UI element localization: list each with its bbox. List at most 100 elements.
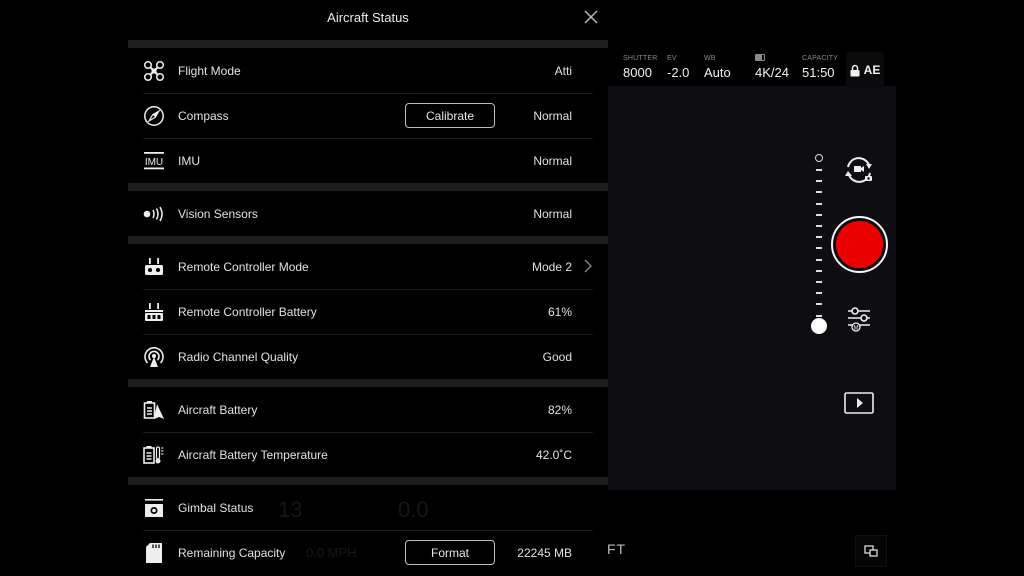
record-button[interactable] — [831, 216, 888, 273]
gimbal-pitch-slider[interactable] — [810, 152, 828, 336]
camera-video-switch-icon — [845, 157, 872, 183]
ae-label: AE — [863, 63, 881, 77]
status-row-compass: Compass Calibrate Normal — [128, 93, 608, 138]
remaining-capacity-value: 22245 MB — [517, 545, 572, 560]
altitude-unit: FT — [607, 541, 627, 557]
map-toggle-button[interactable] — [855, 535, 887, 567]
ghost-telemetry-1: 13 — [278, 497, 303, 522]
compass-value: Normal — [533, 108, 572, 123]
imu-value: Normal — [533, 153, 572, 168]
record-dot — [836, 221, 883, 268]
status-row-gimbal: Gimbal Status 13 0.0 — [128, 485, 608, 530]
section-divider — [128, 183, 608, 191]
radio-signal-icon — [144, 347, 164, 367]
wb-setting[interactable]: WB Auto — [704, 54, 731, 80]
playback-button[interactable] — [843, 391, 875, 415]
section-divider — [128, 379, 608, 387]
ev-setting[interactable]: EV -2.0 — [667, 54, 689, 80]
play-icon — [844, 392, 874, 414]
shutter-setting[interactable]: SHUTTER 8000 — [623, 54, 657, 80]
controller-battery-icon — [145, 303, 163, 321]
slider-tick — [816, 225, 822, 227]
aircraft-battery-icon — [143, 401, 164, 419]
battery-temperature-value: 42.0˚C — [535, 447, 572, 462]
resolution-value: 4K/24 — [755, 65, 789, 80]
capacity-indicator: CAPACITY 51:50 — [802, 54, 838, 80]
section-divider — [128, 40, 608, 48]
slider-tick — [816, 191, 822, 194]
row-label: Remote Controller Battery — [178, 304, 317, 319]
shutter-value: 8000 — [623, 65, 652, 80]
format-button[interactable]: Format — [405, 540, 495, 565]
radio-quality-value: Good — [542, 349, 572, 364]
gimbal-icon — [145, 499, 163, 517]
row-label: Vision Sensors — [178, 206, 258, 221]
remote-controller-icon — [145, 258, 163, 275]
status-row-battery-temperature: Aircraft Battery Temperature 42.0˚C — [128, 432, 608, 477]
sd-card-icon — [146, 543, 162, 563]
panel-title: Aircraft Status — [327, 10, 409, 25]
ghost-telemetry-2: 0.0 — [398, 497, 429, 522]
sliders-manual-icon: M — [848, 307, 870, 332]
slider-tick — [816, 292, 822, 295]
row-label: Remaining Capacity — [178, 545, 286, 560]
ev-label: EV — [667, 55, 677, 62]
flight-mode-value: Atti — [554, 63, 572, 78]
vision-sensors-value: Normal — [533, 206, 572, 221]
vision-sensor-icon — [143, 206, 163, 222]
ae-lock-button[interactable]: AE — [846, 52, 884, 88]
section-divider — [128, 236, 608, 244]
status-row-flight-mode: Flight Mode Atti — [128, 48, 608, 93]
status-row-rc-mode[interactable]: Remote Controller Mode Mode 2 — [128, 244, 608, 289]
slider-top-marker — [815, 154, 823, 162]
camera-settings-button[interactable]: M — [844, 304, 874, 334]
slider-tick — [816, 269, 822, 272]
ghost-speed: 0.0 MPH — [306, 545, 357, 560]
shutter-label: SHUTTER — [623, 55, 658, 62]
slider-tick — [816, 314, 822, 317]
status-row-imu: IMU IMU Normal — [128, 138, 608, 183]
ev-value: -2.0 — [667, 65, 690, 80]
capacity-label: CAPACITY — [802, 55, 839, 62]
aircraft-status-panel: Aircraft Status Flight Mode Atti Compass… — [128, 0, 608, 576]
rc-mode-value: Mode 2 — [531, 259, 572, 274]
imu-icon: IMU — [144, 152, 164, 170]
aircraft-battery-value: 82% — [547, 402, 572, 417]
chevron-right-icon — [584, 259, 592, 273]
svg-text:IMU: IMU — [145, 157, 163, 168]
status-row-aircraft-battery: Aircraft Battery 82% — [128, 387, 608, 432]
status-row-radio-quality: Radio Channel Quality Good — [128, 334, 608, 379]
camera-view[interactable] — [608, 85, 896, 490]
close-button[interactable] — [582, 8, 600, 26]
battery-temperature-icon — [143, 446, 164, 464]
rc-battery-value: 61% — [547, 304, 572, 319]
slider-tick — [816, 213, 822, 216]
slider-tick — [816, 202, 822, 205]
video-resolution-icon — [755, 54, 765, 61]
drone-icon — [143, 60, 165, 82]
section-divider — [128, 477, 608, 485]
window-switch-icon — [864, 545, 878, 557]
row-label: Aircraft Battery — [178, 402, 258, 417]
resolution-setting[interactable]: 4K/24 — [755, 54, 789, 80]
status-row-rc-battery: Remote Controller Battery 61% — [128, 289, 608, 334]
wb-value: Auto — [704, 65, 731, 80]
photo-video-switch[interactable] — [841, 154, 877, 186]
row-label: Radio Channel Quality — [178, 349, 299, 364]
status-row-vision-sensors: Vision Sensors Normal — [128, 191, 608, 236]
slider-knob[interactable] — [811, 318, 827, 334]
slider-tick — [816, 303, 822, 306]
close-icon — [584, 10, 598, 24]
slider-tick — [816, 169, 822, 171]
slider-tick — [816, 281, 822, 283]
wb-label: WB — [704, 55, 716, 62]
status-row-remaining-capacity: Remaining Capacity 0.0 MPH Format 22245 … — [128, 530, 608, 575]
row-label: Gimbal Status — [178, 500, 254, 515]
panel-header: Aircraft Status — [128, 0, 608, 40]
lock-icon — [850, 64, 860, 76]
calibrate-button[interactable]: Calibrate — [405, 103, 495, 128]
svg-text:M: M — [854, 326, 859, 332]
row-label: Aircraft Battery Temperature — [178, 447, 328, 462]
slider-tick — [816, 180, 822, 183]
slider-tick — [816, 236, 822, 239]
